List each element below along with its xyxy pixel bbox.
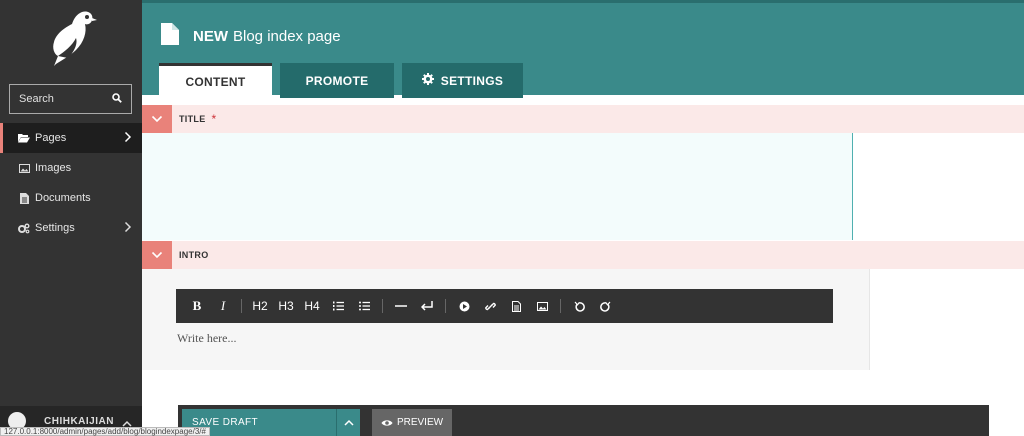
ordered-list-icon[interactable] xyxy=(325,289,351,323)
preview-button[interactable]: PREVIEW xyxy=(372,409,452,436)
title-prefix: NEW xyxy=(193,28,228,45)
preview-label: PREVIEW xyxy=(396,417,444,428)
tab-settings-label: SETTINGS xyxy=(440,73,504,88)
undo-icon[interactable] xyxy=(566,289,592,323)
embed-media-icon[interactable] xyxy=(451,289,477,323)
page-type-title: Blog index page xyxy=(233,28,341,45)
required-marker: * xyxy=(211,112,217,126)
page-header: NEW Blog index page CONTENT PROMOTE SETT… xyxy=(142,0,1024,98)
title-field-header: TITLE * xyxy=(142,105,1024,133)
chevron-up-icon xyxy=(343,419,354,426)
sidebar-item-label: Settings xyxy=(35,222,75,234)
toolbar-divider xyxy=(382,299,383,313)
document-icon xyxy=(18,192,30,204)
toolbar-divider xyxy=(445,299,446,313)
line-break-icon[interactable] xyxy=(414,289,440,323)
chevron-down-icon xyxy=(151,115,163,123)
sidebar-item-pages[interactable]: Pages xyxy=(0,123,142,153)
chevron-right-icon xyxy=(124,221,132,236)
toolbar-divider xyxy=(241,299,242,313)
h2-button[interactable]: H2 xyxy=(247,289,273,323)
document-icon xyxy=(161,23,179,50)
account-name: CHIHKAIJIAN xyxy=(44,415,114,427)
title-label: TITLE xyxy=(179,114,206,124)
sidebar-item-label: Documents xyxy=(35,192,91,204)
toolbar-divider xyxy=(560,299,561,313)
app: Search Pages Images Documents Settings C… xyxy=(0,0,1024,436)
insert-image-icon[interactable] xyxy=(529,289,555,323)
gear-icon xyxy=(421,73,434,88)
browser-status-url: 127.0.0.1:8000/admin/pages/add/blog/blog… xyxy=(0,427,210,436)
intro-placeholder: Write here... xyxy=(177,331,237,345)
wagtail-logo[interactable] xyxy=(44,8,98,68)
link-icon[interactable] xyxy=(477,289,503,323)
tab-promote[interactable]: PROMOTE xyxy=(280,63,394,98)
redo-icon[interactable] xyxy=(592,289,618,323)
sidebar-item-images[interactable]: Images xyxy=(0,153,142,183)
sidebar-item-label: Pages xyxy=(35,132,67,144)
search-placeholder: Search xyxy=(19,93,54,105)
collapse-toggle[interactable] xyxy=(142,241,172,269)
tab-bar: CONTENT PROMOTE SETTINGS xyxy=(159,63,531,98)
unordered-list-icon[interactable] xyxy=(351,289,377,323)
collapse-toggle[interactable] xyxy=(142,105,172,133)
tab-content[interactable]: CONTENT xyxy=(159,63,272,98)
h4-button[interactable]: H4 xyxy=(299,289,325,323)
italic-button[interactable]: I xyxy=(210,289,236,323)
chevron-down-icon xyxy=(151,251,163,259)
sidebar-item-settings[interactable]: Settings xyxy=(0,213,142,243)
folder-open-icon xyxy=(18,132,30,144)
rich-text-toolbar: B I H2 H3 H4 xyxy=(176,289,833,323)
tab-settings[interactable]: SETTINGS xyxy=(402,63,523,98)
horizontal-rule-icon[interactable] xyxy=(388,289,414,323)
cogs-icon xyxy=(18,222,30,234)
sidebar-menu: Pages Images Documents Settings xyxy=(0,123,142,243)
more-actions-toggle[interactable] xyxy=(336,409,360,436)
chevron-right-icon xyxy=(124,131,132,146)
h3-button[interactable]: H3 xyxy=(273,289,299,323)
sidebar: Search Pages Images Documents Settings C… xyxy=(0,0,142,436)
intro-field-header: INTRO xyxy=(142,241,1024,269)
eye-icon xyxy=(381,419,393,426)
title-input[interactable] xyxy=(142,133,853,240)
intro-label: INTRO xyxy=(179,250,209,260)
image-icon xyxy=(18,162,30,174)
page-title: NEW Blog index page xyxy=(161,23,341,50)
action-footer: SAVE DRAFT PREVIEW xyxy=(178,405,989,436)
document-link-icon[interactable] xyxy=(503,289,529,323)
bold-button[interactable]: B xyxy=(184,289,210,323)
sidebar-item-documents[interactable]: Documents xyxy=(0,183,142,213)
sidebar-item-label: Images xyxy=(35,162,72,174)
search-icon[interactable] xyxy=(112,92,122,106)
search-field[interactable]: Search xyxy=(9,84,132,114)
